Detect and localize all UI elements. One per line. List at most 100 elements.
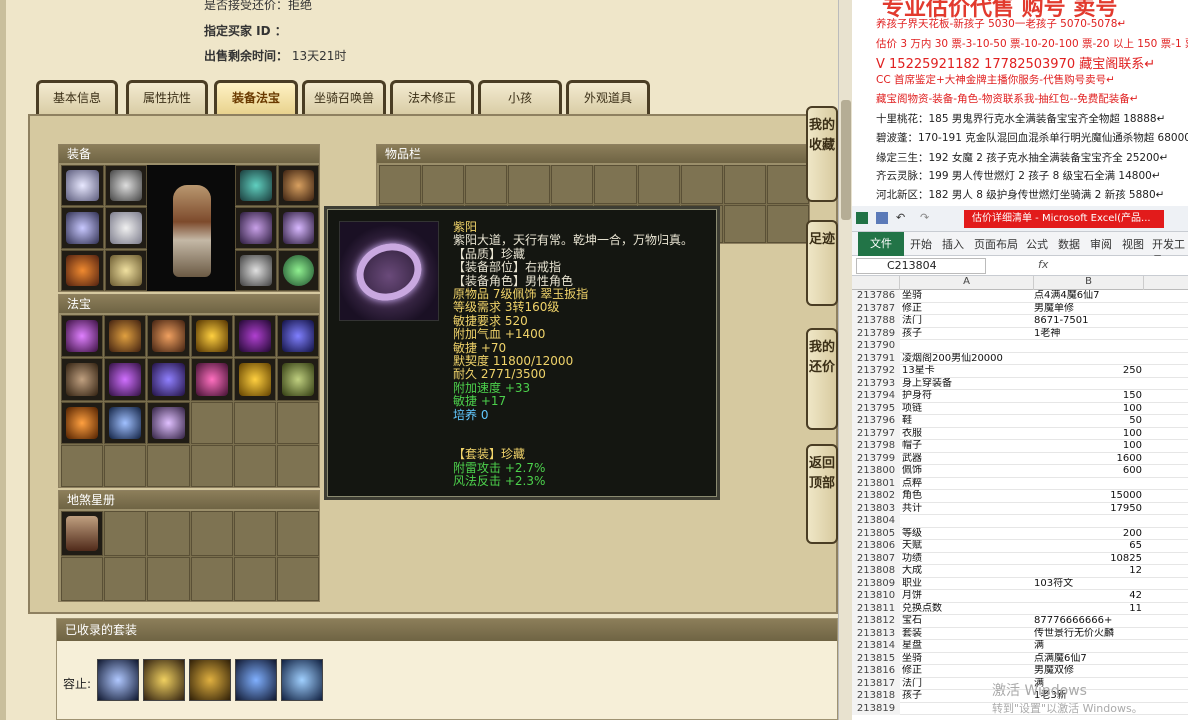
cell-b-number[interactable]: 15000 xyxy=(1034,490,1142,503)
ribbon-tab-file[interactable]: 文件 xyxy=(858,232,904,256)
equip-slot-orb[interactable] xyxy=(277,249,319,291)
cell-b-number[interactable]: 250 xyxy=(1034,365,1142,378)
spreadsheet-row[interactable]: 213793 身上穿装备 xyxy=(852,377,1188,391)
tab-basic-info[interactable]: 基本信息 xyxy=(36,80,118,114)
fabao-slot[interactable] xyxy=(190,358,233,401)
fx-icon[interactable]: fx xyxy=(1038,258,1048,271)
item-slot[interactable] xyxy=(723,204,766,243)
item-slot[interactable] xyxy=(723,165,766,204)
spreadsheet-row[interactable]: 213790 xyxy=(852,340,1188,353)
tab-children[interactable]: 小孩 xyxy=(478,80,562,114)
spreadsheet-row[interactable]: 213805 等级 200 xyxy=(852,527,1188,540)
row-number[interactable]: 213789 xyxy=(852,327,900,340)
ribbon-tab-review[interactable]: 审阅 xyxy=(1090,236,1112,252)
star-card-slot-empty[interactable] xyxy=(276,556,319,601)
item-slot[interactable] xyxy=(465,165,508,204)
column-header-a[interactable]: A xyxy=(900,276,1034,290)
cell-b[interactable]: 传世景行无价火麟 xyxy=(1034,628,1144,641)
fabao-slot[interactable] xyxy=(147,358,190,401)
equip-slot-belt[interactable] xyxy=(61,249,104,291)
cell-b-number[interactable]: 150 xyxy=(1034,390,1142,403)
row-number[interactable]: 213793 xyxy=(852,377,900,390)
fabao-slot[interactable] xyxy=(190,315,233,358)
row-number[interactable]: 213792 xyxy=(852,365,900,378)
fabao-slot-empty[interactable] xyxy=(276,444,319,487)
equip-slot-boots[interactable] xyxy=(104,249,147,291)
tab-spell-correction[interactable]: 法术修正 xyxy=(390,80,474,114)
undo-icon[interactable]: ↶ xyxy=(896,212,908,224)
cell-b[interactable]: 103符文 xyxy=(1034,578,1144,591)
row-number[interactable]: 213818 xyxy=(852,690,900,703)
item-slot[interactable] xyxy=(766,165,809,204)
spreadsheet-row[interactable]: 213786 坐骑 点4满4魔6仙7 xyxy=(852,290,1188,303)
redo-icon[interactable]: ↷ xyxy=(920,212,932,224)
ribbon-tab-view[interactable]: 视图 xyxy=(1122,236,1144,252)
item-slot[interactable] xyxy=(766,204,809,243)
star-card-slot-empty[interactable] xyxy=(147,556,190,601)
spreadsheet-row[interactable]: 213806 天赋 65 xyxy=(852,540,1188,553)
cell-b[interactable]: 满 xyxy=(1034,640,1144,653)
fabao-slot-empty[interactable] xyxy=(233,444,276,487)
row-number[interactable]: 213815 xyxy=(852,652,900,665)
spreadsheet-row[interactable]: 213801 点粹 xyxy=(852,477,1188,490)
fabao-slot[interactable] xyxy=(104,358,147,401)
cell-b-number[interactable]: 1600 xyxy=(1034,453,1142,466)
set-appearance-slot[interactable] xyxy=(97,659,139,701)
fabao-slot-empty[interactable] xyxy=(276,401,319,444)
cell-a[interactable]: 身上穿装备 xyxy=(902,378,1082,391)
spreadsheet-row[interactable]: 213797 衣服 100 xyxy=(852,427,1188,441)
spreadsheet-row[interactable]: 213808 大成 12 xyxy=(852,565,1188,578)
row-number[interactable]: 213800 xyxy=(852,465,900,478)
equip-slot-helmet[interactable] xyxy=(61,165,104,207)
star-card-slot-empty[interactable] xyxy=(276,511,319,556)
fabao-slot[interactable] xyxy=(147,401,190,444)
cell-b-number[interactable]: 10825 xyxy=(1034,553,1142,566)
star-card-slot[interactable] xyxy=(61,511,104,556)
spreadsheet-row[interactable]: 213814 星盘满 xyxy=(852,640,1188,653)
spreadsheet-row[interactable]: 213799 武器 1600 xyxy=(852,452,1188,466)
equip-slot-weapon[interactable] xyxy=(61,207,104,249)
spreadsheet-row[interactable]: 213802 角色 15000 xyxy=(852,490,1188,503)
set-appearance-slot[interactable] xyxy=(235,659,277,701)
star-card-slot-empty[interactable] xyxy=(61,556,104,601)
fabao-slot[interactable] xyxy=(61,358,104,401)
cell-b[interactable]: 87776666666+ xyxy=(1034,615,1144,628)
page-scrollbar[interactable] xyxy=(838,0,852,720)
tab-equipment-fabao[interactable]: 装备法宝 xyxy=(214,80,298,114)
scrollbar-thumb[interactable] xyxy=(841,100,851,220)
tab-attributes[interactable]: 属性抗性 xyxy=(126,80,208,114)
fabao-slot[interactable] xyxy=(104,401,147,444)
fabao-slot[interactable] xyxy=(233,315,276,358)
ribbon-tab-home[interactable]: 开始 xyxy=(910,236,932,252)
spreadsheet-row[interactable]: 213810 月饼 42 xyxy=(852,590,1188,603)
cell-b-number[interactable]: 100 xyxy=(1034,428,1142,441)
spreadsheet-row[interactable]: 213816 修正 男魔双修 xyxy=(852,665,1188,678)
set-appearance-slot[interactable] xyxy=(143,659,185,701)
fabao-slot[interactable] xyxy=(61,401,104,444)
star-card-slot-empty[interactable] xyxy=(147,511,190,556)
spreadsheet-row[interactable]: 213804 xyxy=(852,515,1188,528)
star-card-slot-empty[interactable] xyxy=(190,511,233,556)
cell-b[interactable]: 点4满4魔6仙7 xyxy=(1034,290,1144,303)
row-number[interactable]: 213799 xyxy=(852,452,900,465)
row-number[interactable]: 213817 xyxy=(852,677,900,690)
equip-slot-left-ring[interactable] xyxy=(235,207,277,249)
row-number[interactable]: 213806 xyxy=(852,540,900,553)
cell-b[interactable]: 8671-7501 xyxy=(1034,315,1144,328)
row-number[interactable]: 213795 xyxy=(852,402,900,415)
my-favorites-button[interactable]: 我的收藏 xyxy=(806,106,838,202)
row-number[interactable]: 213796 xyxy=(852,415,900,428)
equip-slot-bracelet[interactable] xyxy=(235,249,277,291)
column-header-b[interactable]: B xyxy=(1034,276,1144,290)
back-to-top-button[interactable]: 返回顶部 xyxy=(806,444,838,544)
set-appearance-slot[interactable] xyxy=(281,659,323,701)
row-number[interactable]: 213794 xyxy=(852,390,900,403)
row-number[interactable]: 213809 xyxy=(852,577,900,590)
cell-b-number[interactable]: 600 xyxy=(1034,465,1142,478)
fabao-slot-empty[interactable] xyxy=(147,444,190,487)
equip-slot-necklace[interactable] xyxy=(104,165,147,207)
fabao-slot-empty[interactable] xyxy=(190,444,233,487)
row-number[interactable]: 213804 xyxy=(852,515,900,528)
spreadsheet-row[interactable]: 213811 兑换点数 11 xyxy=(852,602,1188,615)
spreadsheet-row[interactable]: 213800 佩饰 600 xyxy=(852,465,1188,478)
